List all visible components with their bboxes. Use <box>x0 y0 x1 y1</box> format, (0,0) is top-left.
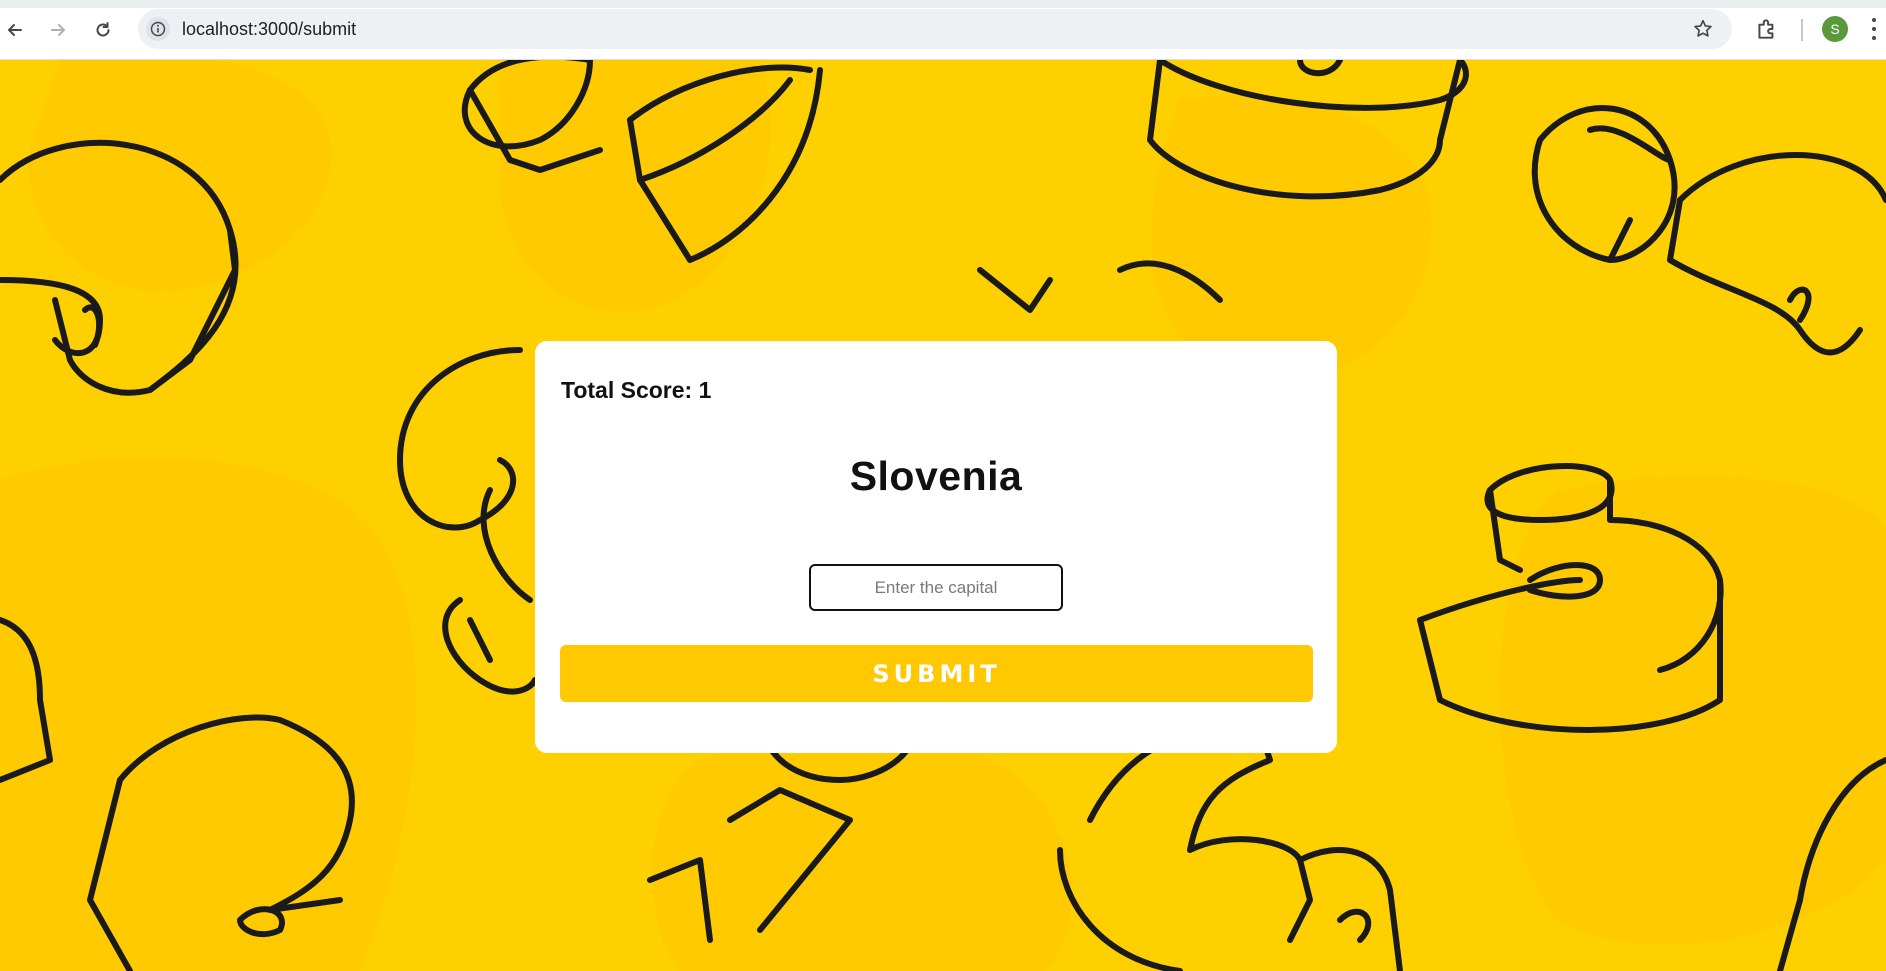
bookmark-star-icon[interactable] <box>1692 18 1714 40</box>
quiz-card: Total Score: 1 Slovenia SUBMIT <box>535 341 1337 753</box>
toolbar-divider <box>1801 19 1803 41</box>
submit-button[interactable]: SUBMIT <box>560 645 1313 702</box>
kebab-menu-icon[interactable] <box>1866 16 1882 42</box>
capital-input[interactable] <box>809 564 1063 611</box>
country-name: Slovenia <box>849 453 1023 499</box>
reload-icon <box>96 22 110 37</box>
tab-strip <box>0 0 1886 8</box>
reload-button[interactable] <box>88 15 118 45</box>
total-score: Total Score: 1 <box>561 377 712 403</box>
forward-button[interactable] <box>43 15 73 45</box>
back-arrow-icon <box>8 24 22 36</box>
address-bar[interactable]: localhost:3000/submit <box>138 9 1732 49</box>
extensions-puzzle-icon[interactable] <box>1754 16 1780 42</box>
profile-avatar[interactable]: S <box>1822 16 1848 42</box>
page-viewport: Total Score: 1 Slovenia SUBMIT <box>0 60 1886 971</box>
forward-arrow-icon <box>51 24 65 36</box>
back-button[interactable] <box>0 15 30 45</box>
site-info-icon[interactable] <box>146 17 170 41</box>
url-text[interactable]: localhost:3000/submit <box>182 19 356 40</box>
browser-toolbar: localhost:3000/submit S <box>0 0 1886 60</box>
